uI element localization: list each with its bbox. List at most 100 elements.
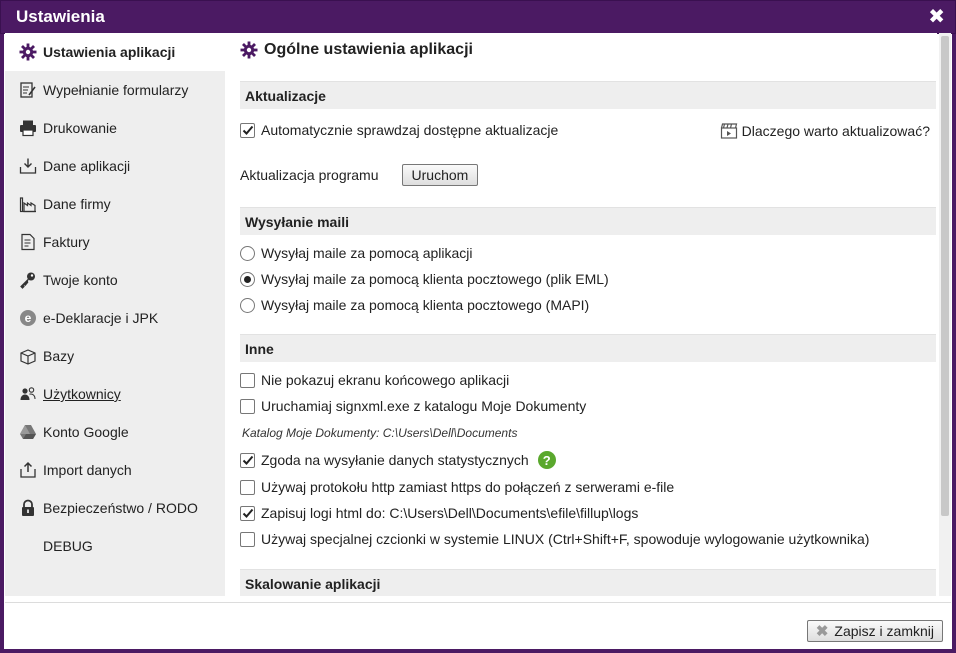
page-title-text: Ogólne ustawienia aplikacji	[264, 41, 473, 58]
program-update-row: Aktualizacja programu Uruchom	[240, 164, 479, 186]
mail-eml-radio[interactable]	[240, 271, 255, 287]
docs-path-hint: Katalog Moje Dokumenty: C:\Users\Dell\Do…	[242, 426, 518, 440]
section-header-mail: Wysyłanie maili	[240, 207, 936, 235]
close-icon[interactable]: ✖	[928, 7, 945, 27]
use-http-checkbox[interactable]	[240, 479, 255, 495]
sidebar-item-debug[interactable]: DEBUG	[5, 527, 225, 565]
radio-dot	[244, 275, 251, 283]
title-bar: Ustawienia ✖	[0, 0, 956, 34]
use-http-row[interactable]: Używaj protokołu http zamiast https do p…	[240, 479, 674, 495]
sidebar-item-company-data[interactable]: Dane firmy	[5, 185, 225, 223]
run-signxml-row[interactable]: Uruchamiaj signxml.exe z katalogu Moje D…	[240, 398, 586, 414]
sidebar-item-account[interactable]: Twoje konto	[5, 261, 225, 299]
google-drive-icon	[18, 422, 38, 442]
program-update-label: Aktualizacja programu	[240, 167, 379, 183]
sidebar-item-users[interactable]: Użytkownicy	[5, 375, 225, 413]
save-logs-checkbox[interactable]	[240, 505, 255, 521]
run-signxml-checkbox[interactable]	[240, 398, 255, 414]
linux-font-label: Używaj specjalnej czcionki w systemie LI…	[261, 531, 870, 547]
linux-font-row[interactable]: Używaj specjalnej czcionki w systemie LI…	[240, 531, 869, 547]
sidebar-item-label: Konto Google	[43, 424, 129, 440]
section-header-other: Inne	[240, 334, 936, 362]
stats-consent-row[interactable]: Zgoda na wysyłanie danych statystycznych…	[240, 451, 556, 469]
sidebar-item-import[interactable]: Import danych	[5, 451, 225, 489]
import-icon	[18, 460, 38, 480]
sidebar-item-label: e-Deklaracje i JPK	[43, 310, 159, 326]
sidebar-item-label: Dane aplikacji	[43, 158, 131, 174]
sidebar-item-label: Import danych	[43, 462, 132, 478]
stats-consent-checkbox[interactable]	[240, 452, 255, 468]
sidebar-item-label: Drukowanie	[43, 120, 117, 136]
mail-mapi-radio[interactable]	[240, 297, 255, 313]
mail-eml-label: Wysyłaj maile za pomocą klienta pocztowe…	[261, 271, 609, 287]
empty-icon-slot	[18, 536, 38, 556]
gear-icon	[240, 41, 258, 59]
invoice-icon	[18, 232, 38, 252]
sidebar-item-label: Ustawienia aplikacji	[43, 44, 176, 60]
sidebar-item-invoices[interactable]: Faktury	[5, 223, 225, 261]
run-update-button[interactable]: Uruchom	[401, 164, 479, 186]
sidebar-item-google-account[interactable]: Konto Google	[5, 413, 225, 451]
clapperboard-icon	[720, 122, 738, 140]
help-icon[interactable]: ?	[537, 451, 556, 469]
no-end-screen-label: Nie pokazuj ekranu końcowego aplikacji	[261, 372, 510, 388]
lock-icon	[18, 498, 38, 518]
auto-update-row[interactable]: Automatycznie sprawdzaj dostępne aktuali…	[240, 122, 558, 138]
sidebar-item-label: Twoje konto	[43, 272, 118, 288]
section-header-scaling: Skalowanie aplikacji	[240, 569, 936, 596]
run-signxml-label: Uruchamiaj signxml.exe z katalogu Moje D…	[261, 398, 587, 414]
linux-font-checkbox[interactable]	[240, 531, 255, 547]
page-title: Ogólne ustawienia aplikacji	[240, 41, 473, 59]
sidebar-item-label: Bezpieczeństwo / RODO	[43, 500, 198, 516]
mail-app-label: Wysyłaj maile za pomocą aplikacji	[261, 245, 473, 261]
sidebar-item-app-settings[interactable]: Ustawienia aplikacji	[5, 33, 225, 71]
save-and-close-button[interactable]: ✖ Zapisz i zamknij	[806, 620, 943, 642]
mail-option-eml[interactable]: Wysyłaj maile za pomocą klienta pocztowe…	[240, 271, 609, 287]
mail-option-app[interactable]: Wysyłaj maile za pomocą aplikacji	[240, 245, 473, 261]
footer-divider	[5, 602, 951, 603]
key-icon	[18, 270, 38, 290]
sidebar-item-app-data[interactable]: Dane aplikacji	[5, 147, 225, 185]
users-icon	[18, 384, 38, 404]
box-icon	[18, 346, 38, 366]
sidebar-item-security[interactable]: Bezpieczeństwo / RODO	[5, 489, 225, 527]
sidebar-item-label: Bazy	[43, 348, 75, 364]
why-update-label: Dlaczego warto aktualizować?	[741, 123, 930, 139]
sidebar-item-e-declarations[interactable]: e e-Deklaracje i JPK	[5, 299, 225, 337]
scrollbar-thumb[interactable]	[941, 36, 949, 516]
content-scrollbar[interactable]	[939, 33, 951, 596]
factory-icon	[18, 194, 38, 214]
why-update-link[interactable]: Dlaczego warto aktualizować?	[720, 122, 930, 140]
window-title: Ustawienia	[16, 7, 105, 26]
sidebar-item-label: Wypełnianie formularzy	[43, 82, 189, 98]
data-download-icon	[18, 156, 38, 176]
e-declaration-icon: e	[18, 308, 38, 328]
save-and-close-label: Zapisz i zamknij	[834, 623, 934, 639]
form-icon	[18, 80, 38, 100]
close-x-icon: ✖	[815, 623, 829, 640]
sidebar-item-label: Dane firmy	[43, 196, 111, 212]
mail-app-radio[interactable]	[240, 245, 255, 261]
svg-text:e: e	[25, 311, 32, 325]
sidebar-item-label: Faktury	[43, 234, 90, 250]
printer-icon	[18, 118, 38, 138]
settings-panel: Ogólne ustawienia aplikacji Aktualizacje…	[225, 33, 937, 596]
sidebar-item-forms[interactable]: Wypełnianie formularzy	[5, 71, 225, 109]
stats-consent-label: Zgoda na wysyłanie danych statystycznych	[261, 452, 529, 468]
section-header-updates: Aktualizacje	[240, 81, 936, 109]
sidebar-item-printing[interactable]: Drukowanie	[5, 109, 225, 147]
use-http-label: Używaj protokołu http zamiast https do p…	[261, 479, 675, 495]
sidebar-item-label: DEBUG	[43, 538, 93, 554]
save-logs-row[interactable]: Zapisuj logi html do: C:\Users\Dell\Docu…	[240, 505, 638, 521]
no-end-screen-checkbox[interactable]	[240, 372, 255, 388]
sidebar-item-databases[interactable]: Bazy	[5, 337, 225, 375]
mail-option-mapi[interactable]: Wysyłaj maile za pomocą klienta pocztowe…	[240, 297, 589, 313]
auto-update-checkbox[interactable]	[240, 122, 255, 138]
gear-icon	[18, 42, 38, 62]
save-logs-label: Zapisuj logi html do: C:\Users\Dell\Docu…	[261, 505, 639, 521]
no-end-screen-row[interactable]: Nie pokazuj ekranu końcowego aplikacji	[240, 372, 509, 388]
auto-update-label: Automatycznie sprawdzaj dostępne aktuali…	[261, 122, 559, 138]
sidebar: Ustawienia aplikacji Wypełnianie formula…	[5, 33, 225, 596]
sidebar-item-label: Użytkownicy	[43, 386, 121, 402]
mail-mapi-label: Wysyłaj maile za pomocą klienta pocztowe…	[261, 297, 590, 313]
